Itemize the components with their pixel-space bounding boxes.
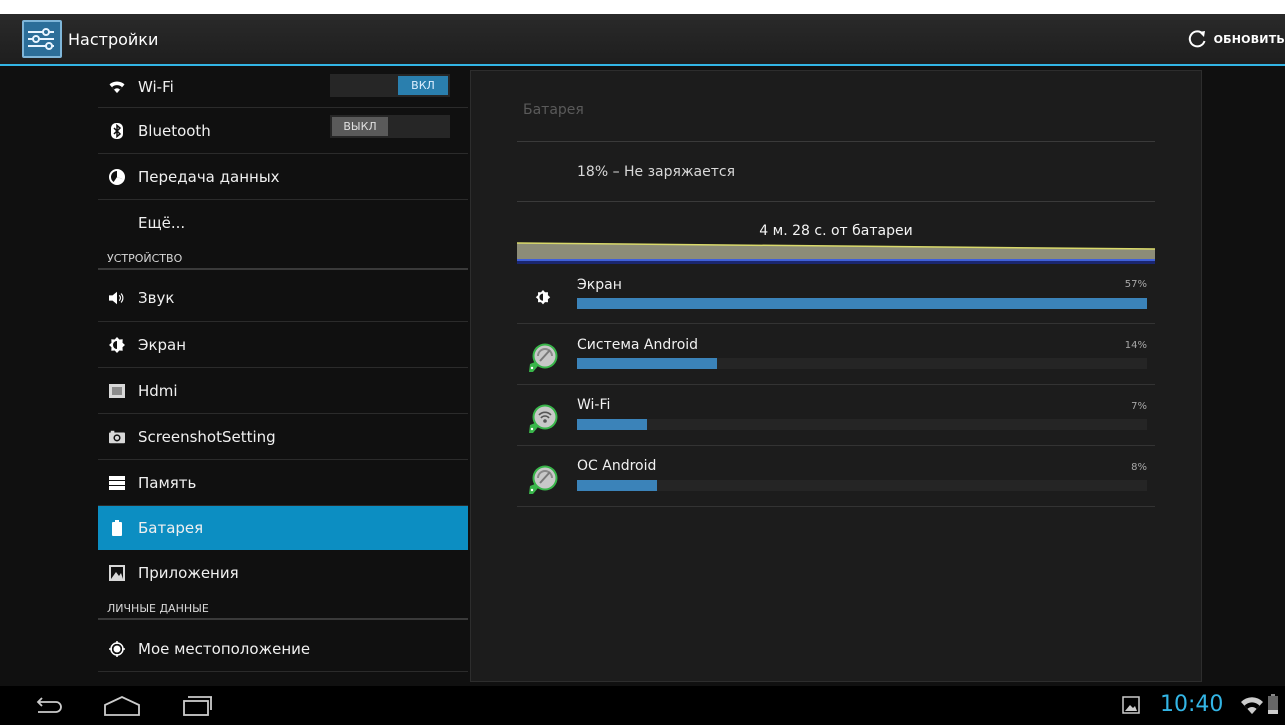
usage-name: ОС Android xyxy=(577,458,657,474)
usage-row-android-os[interactable]: ОС Android 8% xyxy=(517,446,1155,507)
settings-item-sound[interactable]: Звук xyxy=(98,274,468,322)
usage-percent: 7% xyxy=(1131,401,1147,412)
usage-percent: 8% xyxy=(1131,462,1147,473)
apps-icon xyxy=(109,565,125,581)
settings-item-label: Hdmi xyxy=(138,381,178,400)
refresh-icon xyxy=(1188,30,1206,48)
data-usage-icon xyxy=(109,168,125,185)
settings-item-screenshot[interactable]: ScreenshotSetting xyxy=(98,414,468,460)
battery-history-graph[interactable] xyxy=(517,240,1155,264)
android-system-icon xyxy=(529,343,558,372)
settings-item-hdmi[interactable]: Hdmi xyxy=(98,368,468,414)
usage-bar xyxy=(577,358,1147,369)
settings-item-location[interactable]: Мое местоположение xyxy=(98,626,468,672)
wifi-icon xyxy=(109,79,125,95)
settings-item-bluetooth[interactable]: Bluetooth ВЫКЛ xyxy=(98,108,468,154)
hdmi-icon xyxy=(109,383,125,399)
battery-panel: Батарея 18% – Не заряжается 4 м. 28 с. о… xyxy=(470,70,1202,682)
settings-item-apps[interactable]: Приложения xyxy=(98,550,468,596)
back-icon xyxy=(36,697,62,713)
home-button[interactable] xyxy=(102,692,142,720)
settings-item-label: Bluetooth xyxy=(138,121,211,140)
settings-item-label: Приложения xyxy=(138,564,239,582)
recent-apps-icon xyxy=(183,696,212,716)
refresh-label: ОБНОВИТЬ xyxy=(1213,32,1285,46)
usage-bar xyxy=(577,298,1147,309)
settings-item-label: Передача данных xyxy=(138,167,280,186)
status-clock[interactable]: 10:40 xyxy=(1160,692,1223,717)
sound-icon xyxy=(109,290,125,306)
refresh-button[interactable]: ОБНОВИТЬ xyxy=(1186,26,1285,52)
bluetooth-icon xyxy=(109,122,125,139)
gallery-icon[interactable] xyxy=(1122,696,1140,714)
settings-item-label: ScreenshotSetting xyxy=(138,427,276,446)
back-button[interactable] xyxy=(28,692,68,720)
usage-bar-fill xyxy=(577,298,1147,309)
bluetooth-toggle[interactable]: ВЫКЛ xyxy=(330,115,450,138)
divider xyxy=(517,201,1155,202)
home-icon xyxy=(104,696,140,716)
location-icon xyxy=(109,640,125,657)
battery-status: 18% – Не заряжается xyxy=(577,164,736,180)
settings-item-battery[interactable]: Батарея xyxy=(98,506,468,550)
settings-item-label: Звук xyxy=(138,288,175,307)
battery-graph-title: 4 м. 28 с. от батареи xyxy=(759,223,913,239)
settings-item-more[interactable]: Ещё... xyxy=(98,200,468,246)
wifi-toggle[interactable]: ВКЛ xyxy=(330,74,450,97)
divider xyxy=(517,141,1155,142)
settings-item-label: Ещё... xyxy=(138,214,186,232)
usage-row-wifi[interactable]: Wi-Fi 7% xyxy=(517,385,1155,446)
usage-bar xyxy=(577,419,1147,430)
brightness-icon xyxy=(535,290,551,305)
settings-content: Wi-Fi ВКЛ Bluetooth ВЫКЛ Передача данных… xyxy=(0,66,1285,686)
usage-row-screen[interactable]: Экран 57% xyxy=(517,264,1155,324)
android-os-icon xyxy=(529,465,558,494)
section-header-device: УСТРОЙСТВО xyxy=(98,246,468,270)
settings-item-label: Экран xyxy=(138,335,187,354)
usage-name: Система Android xyxy=(577,337,699,353)
usage-name: Экран xyxy=(577,277,622,293)
settings-app-icon[interactable] xyxy=(22,20,62,58)
camera-icon xyxy=(109,429,125,445)
brightness-icon xyxy=(109,336,125,353)
action-bar: Настройки ОБНОВИТЬ xyxy=(0,14,1285,66)
bluetooth-toggle-state: ВЫКЛ xyxy=(332,117,388,136)
usage-bar-fill xyxy=(577,419,647,430)
top-edge xyxy=(0,0,1285,14)
usage-bar-fill xyxy=(577,358,717,369)
settings-item-display[interactable]: Экран xyxy=(98,322,468,368)
storage-icon xyxy=(109,475,125,491)
settings-item-wifi[interactable]: Wi-Fi ВКЛ xyxy=(98,66,468,108)
settings-item-label: Память xyxy=(138,473,197,492)
system-nav-bar: 10:40 xyxy=(0,686,1285,725)
usage-row-android-system[interactable]: Система Android 14% xyxy=(517,324,1155,385)
settings-item-label: Wi-Fi xyxy=(138,77,174,96)
usage-percent: 14% xyxy=(1124,340,1147,351)
app-title: Настройки xyxy=(68,30,159,49)
android-wifi-icon xyxy=(529,404,558,433)
usage-bar-fill xyxy=(577,480,657,491)
usage-name: Wi-Fi xyxy=(577,397,611,413)
panel-header: Батарея xyxy=(523,102,584,118)
settings-list[interactable]: Wi-Fi ВКЛ Bluetooth ВЫКЛ Передача данных… xyxy=(98,66,468,686)
settings-item-label: Батарея xyxy=(138,518,204,537)
usage-bar xyxy=(577,480,1147,491)
wifi-signal-icon xyxy=(1241,697,1263,714)
settings-item-storage[interactable]: Память xyxy=(98,460,468,506)
wifi-toggle-state: ВКЛ xyxy=(398,76,448,95)
recent-apps-button[interactable] xyxy=(176,692,216,720)
battery-icon xyxy=(109,519,125,536)
section-header-personal: ЛИЧНЫЕ ДАННЫЕ xyxy=(98,596,468,620)
settings-item-data-usage[interactable]: Передача данных xyxy=(98,154,468,200)
usage-percent: 57% xyxy=(1124,279,1147,290)
settings-item-label: Мое местоположение xyxy=(138,639,311,658)
battery-status-icon xyxy=(1268,694,1278,714)
